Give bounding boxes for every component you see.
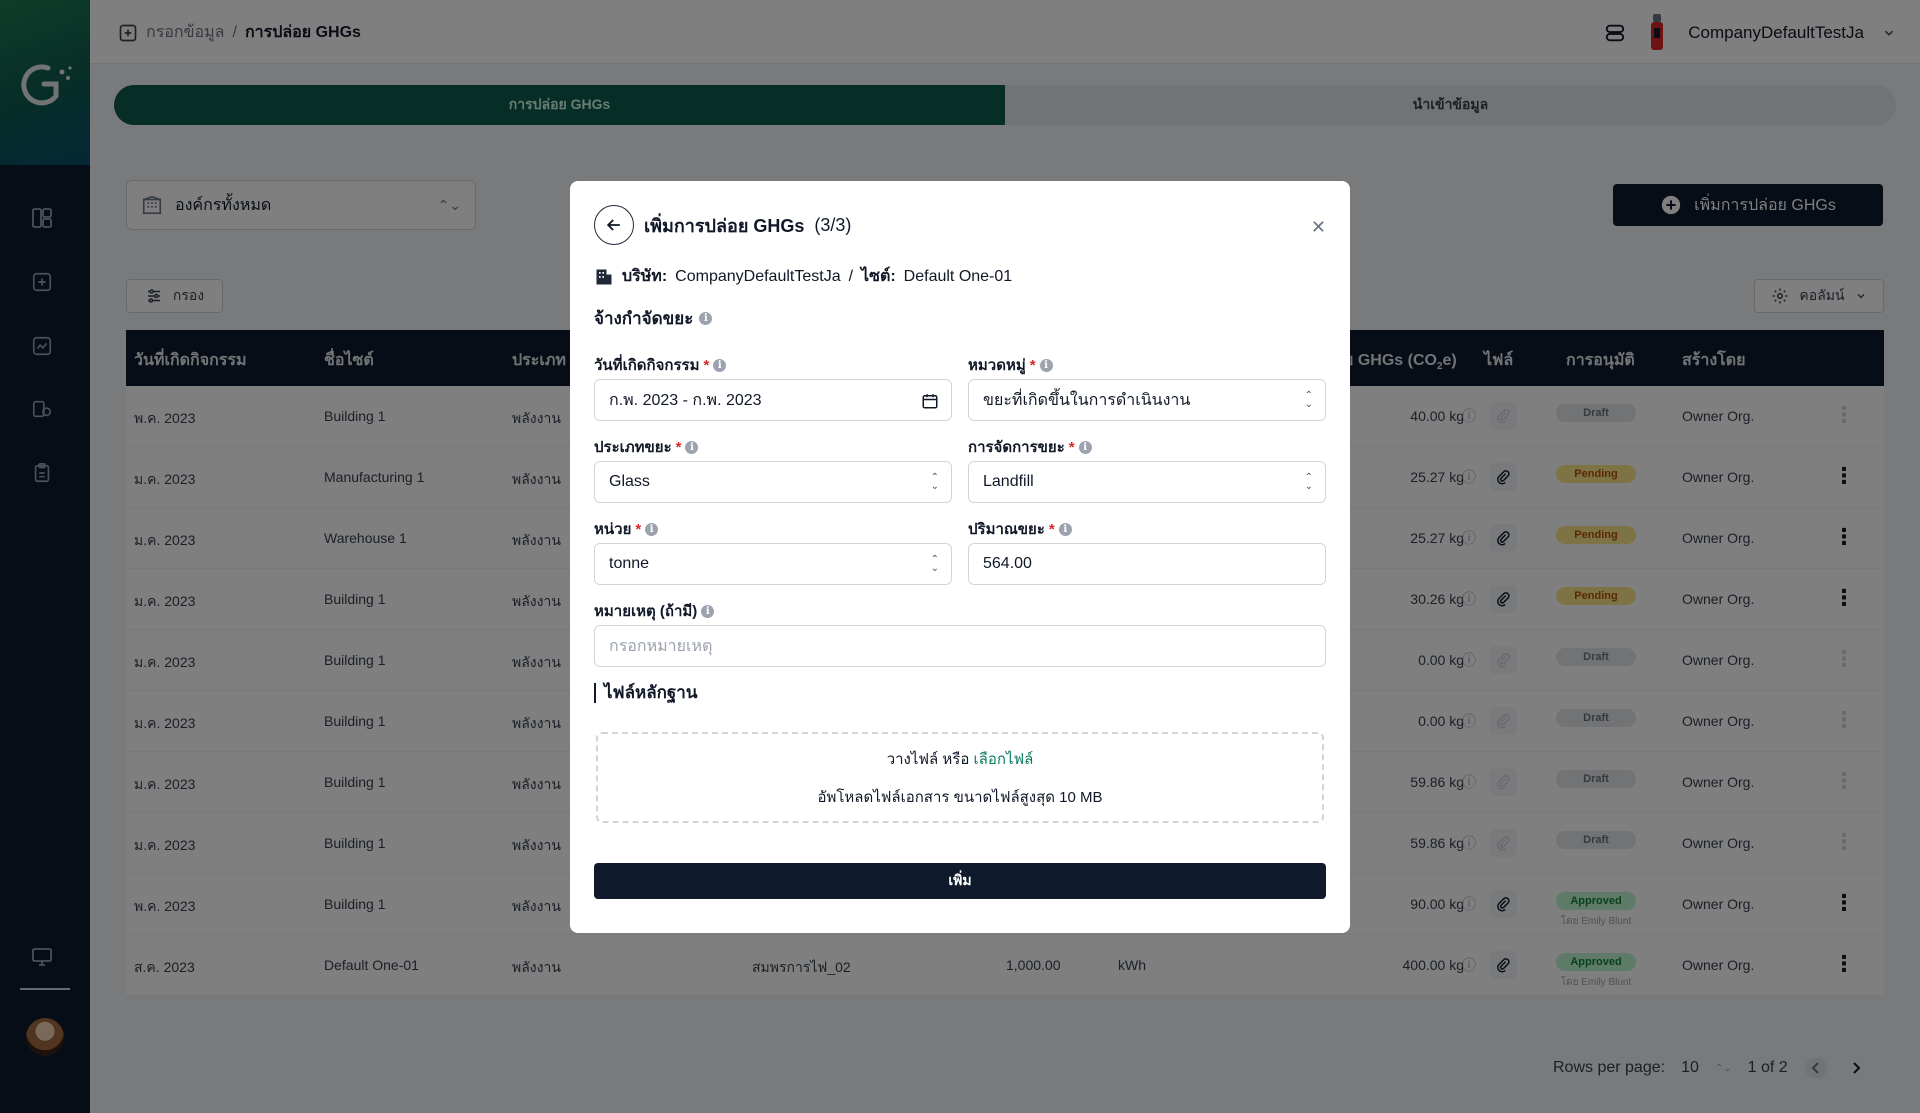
note-input[interactable]: กรอกหมายเหตุ [594, 625, 1326, 667]
unit-label: หน่วย * i [594, 519, 952, 539]
modal-header: เพิ่มการปล่อย GHGs (3/3) [594, 205, 851, 245]
company-value: CompanyDefaultTestJa [675, 267, 841, 285]
dropzone-text: วางไฟล์ หรือ [886, 750, 970, 768]
separator-slash: / [848, 267, 854, 285]
waste-type-value: Glass [609, 473, 650, 490]
note-placeholder: กรอกหมายเหตุ [609, 637, 713, 655]
info-icon[interactable]: i [701, 604, 715, 618]
dropzone-line: วางไฟล์ หรือ เลือกไฟล์ [887, 747, 1034, 771]
disposal-field: การจัดการขยะ * i Landfill ⌃ ⌄ [968, 437, 1326, 503]
file-dropzone[interactable]: วางไฟล์ หรือ เลือกไฟล์ อัพโหลดไฟล์เอกสาร… [596, 732, 1324, 823]
amount-value: 564.00 [983, 555, 1032, 572]
section-title: จ้างกำจัดขยะ i [594, 305, 713, 332]
modal-title: เพิ่มการปล่อย GHGs [644, 215, 805, 236]
info-icon[interactable]: i [645, 522, 659, 536]
date-field: วันที่เกิดกิจกรรม * i ก.พ. 2023 - ก.พ. 202… [594, 355, 952, 421]
evidence-title: ไฟล์หลักฐาน [594, 683, 697, 703]
unit-field: หน่วย * i tonne ⌃ ⌄ [594, 519, 952, 585]
disposal-select[interactable]: Landfill ⌃ ⌄ [968, 461, 1326, 503]
arrow-left-icon [606, 219, 620, 231]
company-site-line: บริษัท: CompanyDefaultTestJa / ไซต์: Def… [594, 264, 1012, 289]
waste-type-field: ประเภทขยะ * i Glass ⌃ ⌄ [594, 437, 952, 503]
section-title-text: จ้างกำจัดขยะ [594, 309, 694, 328]
updown-icon: ⌃⌄ [930, 472, 939, 492]
info-icon[interactable]: i [699, 312, 713, 325]
waste-type-select[interactable]: Glass ⌃ ⌄ [594, 461, 952, 503]
add-emission-modal: เพิ่มการปล่อย GHGs (3/3) ✕ บริษัท: Compa… [570, 181, 1350, 933]
amount-input[interactable]: 564.00 [968, 543, 1326, 585]
note-label: หมายเหตุ (ถ้ามี) i [594, 601, 1326, 621]
amount-label: ปริมาณขยะ * i [968, 519, 1326, 539]
category-field: หมวดหมู่ * i ขยะที่เกิดขึ้นในการดำเนินงาน … [968, 355, 1326, 421]
category-label: หมวดหมู่ * i [968, 355, 1326, 375]
date-input[interactable]: ก.พ. 2023 - ก.พ. 2023 [594, 379, 952, 421]
info-icon[interactable]: i [1058, 522, 1072, 536]
updown-icon: ⌃⌄ [1304, 390, 1313, 410]
back-button[interactable] [594, 205, 634, 245]
office-icon [596, 269, 612, 284]
dropzone-hint: อัพโหลดไฟล์เอกสาร ขนาดไฟล์สูงสุด 10 MB [817, 788, 1103, 806]
submit-button[interactable]: เพิ่ม [594, 863, 1326, 899]
company-label: บริษัท: [622, 268, 668, 285]
amount-field: ปริมาณขยะ * i 564.00 [968, 519, 1326, 585]
site-label: ไซต์: [861, 268, 896, 285]
site-value: Default One-01 [903, 267, 1013, 285]
note-field: หมายเหตุ (ถ้ามี) i กรอกหมายเหตุ [594, 601, 1326, 667]
category-select[interactable]: ขยะที่เกิดขึ้นในการดำเนินงาน ⌃ ⌄ [968, 379, 1326, 421]
disposal-value: Landfill [983, 473, 1034, 490]
choose-file-link[interactable]: เลือกไฟล์ [974, 751, 1034, 768]
category-value: ขยะที่เกิดขึ้นในการดำเนินงาน [983, 391, 1191, 409]
unit-select[interactable]: tonne ⌃ ⌄ [594, 543, 952, 585]
modal-step: (3/3) [814, 214, 852, 235]
unit-value: tonne [609, 555, 650, 572]
calendar-icon[interactable] [921, 392, 939, 410]
close-icon[interactable]: ✕ [1311, 217, 1326, 238]
disposal-label: การจัดการขยะ * i [968, 437, 1326, 457]
date-value: ก.พ. 2023 - ก.พ. 2023 [609, 391, 762, 409]
waste-type-label: ประเภทขยะ * i [594, 437, 952, 457]
date-label: วันที่เกิดกิจกรรม * i [594, 355, 952, 375]
updown-icon: ⌃⌄ [930, 554, 939, 574]
info-icon[interactable]: i [1039, 358, 1053, 372]
info-icon[interactable]: i [713, 358, 727, 372]
info-icon[interactable]: i [685, 440, 699, 454]
updown-icon: ⌃⌄ [1304, 472, 1313, 492]
info-icon[interactable]: i [1078, 440, 1092, 454]
